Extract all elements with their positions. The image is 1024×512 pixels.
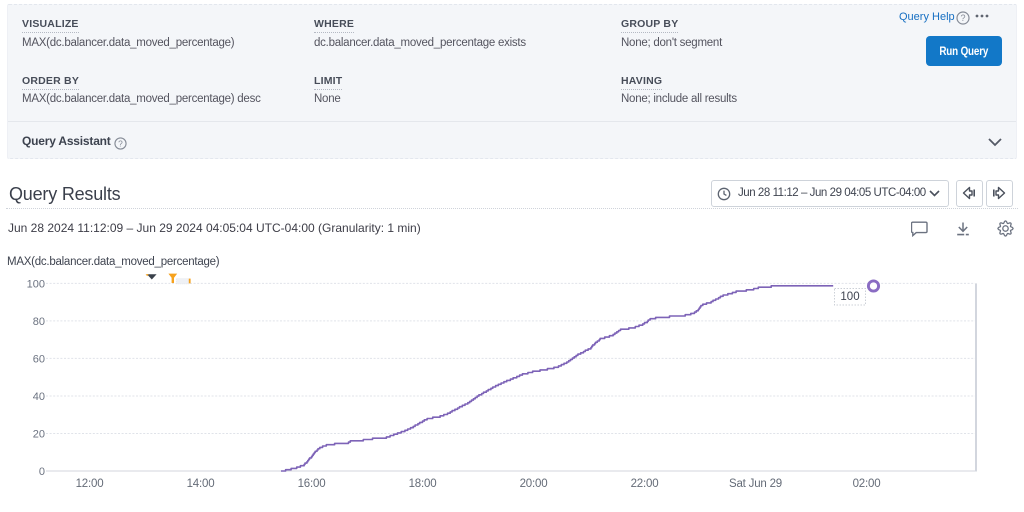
svg-text:20: 20 <box>33 429 45 441</box>
svg-text:0: 0 <box>39 466 45 478</box>
svg-text:40: 40 <box>33 391 45 403</box>
svg-text:60: 60 <box>33 353 45 365</box>
svg-text:100: 100 <box>840 291 859 303</box>
svg-text:?: ? <box>960 13 965 23</box>
svg-text:80: 80 <box>33 316 45 328</box>
svg-text:?: ? <box>118 138 123 148</box>
svg-text:100: 100 <box>27 278 45 290</box>
